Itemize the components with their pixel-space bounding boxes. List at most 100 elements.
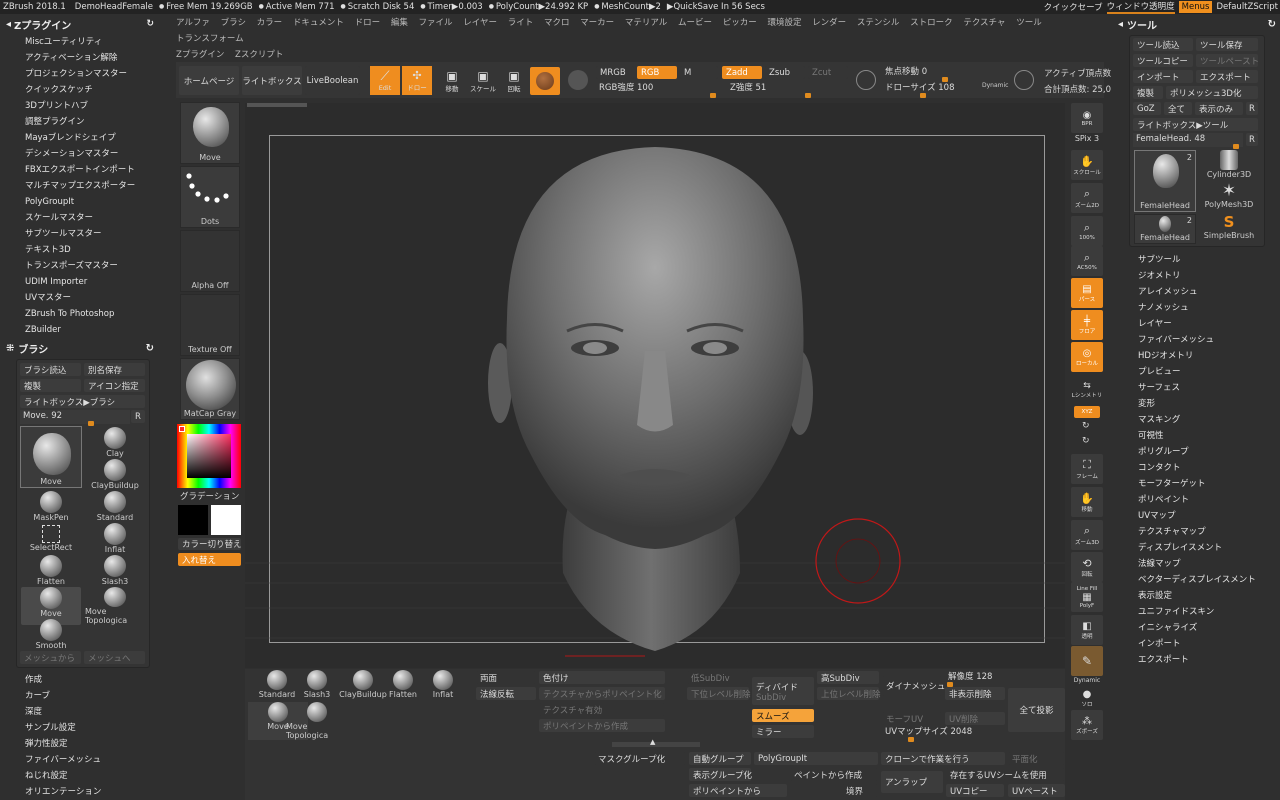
zplugin-item[interactable]: テキスト3D <box>25 242 135 258</box>
texture-to-polypaint-button[interactable]: テクスチャからポリペイント化 <box>539 687 665 700</box>
tool-subpalette-item[interactable]: ジオメトリ <box>1138 268 1256 284</box>
tool-copy-button[interactable]: ツールコピー <box>1133 54 1193 67</box>
rgb-intensity-slider[interactable]: RGB強度 100 <box>596 82 720 98</box>
tool-thumb-femalehead[interactable]: 2 FemaleHead <box>1134 150 1196 212</box>
brush-clone-button[interactable]: 複製 <box>20 379 81 392</box>
brush-subpalette-item[interactable]: ファイバーメッシュ <box>25 752 101 768</box>
zplugin-item[interactable]: UVマスター <box>25 290 135 306</box>
tool-subpalette-item[interactable]: サブツール <box>1138 252 1256 268</box>
delete-hidden-button[interactable]: 非表示削除 <box>945 687 1005 700</box>
polypaint-to-texture-button[interactable]: ポリペイントから作成 <box>539 719 665 732</box>
quicksave-button[interactable]: クイックセーブ <box>1044 1 1103 13</box>
from-polypaint-button[interactable]: ポリペイントから <box>689 784 787 797</box>
slider-handle[interactable] <box>908 737 914 742</box>
color-picker[interactable] <box>177 424 241 488</box>
tool-subpalette-item[interactable]: レイヤー <box>1138 316 1256 332</box>
alpha-thumb[interactable]: Alpha Off <box>180 230 240 292</box>
uv-map-size-slider[interactable]: UVマップサイズ 2048 <box>882 726 1005 742</box>
edit-mode-button[interactable]: ⟋ Edit <box>370 66 400 95</box>
default-zscript-button[interactable]: DefaultZScript <box>1216 2 1278 12</box>
slider-handle[interactable] <box>1233 144 1239 149</box>
zplugin-item[interactable]: PolyGroupIt <box>25 194 135 210</box>
from-mesh-button[interactable]: メッシュから <box>20 651 81 664</box>
tool-subpalette-item[interactable]: マスキング <box>1138 412 1256 428</box>
zplugin-item[interactable]: Mayaブレンドシェイプ <box>25 130 135 146</box>
material-swatch-button[interactable] <box>530 67 560 95</box>
dynamic-toggle[interactable]: Dynamic <box>982 82 1008 89</box>
zplugin-item[interactable]: 調整プラグイン <box>25 114 135 130</box>
polyframe-button[interactable]: Line Fill ▦ PolyF <box>1071 582 1103 612</box>
frame-button[interactable]: ⛶ フレーム <box>1071 454 1103 484</box>
menu-edit[interactable]: 編集 <box>387 15 412 31</box>
tool-export-button[interactable]: エクスポート <box>1196 70 1258 83</box>
delete-higher-button[interactable]: 上位レベル削除 <box>817 687 881 700</box>
rotate-view-button[interactable]: ⟲ 回転 <box>1071 552 1103 582</box>
auto-group-button[interactable]: 自動グループ <box>689 752 751 765</box>
tool-subpalette-item[interactable]: インポート <box>1138 636 1256 652</box>
smooth-toggle[interactable]: スムーズ <box>752 709 814 722</box>
brush-subpalette-item[interactable]: 作成 <box>25 672 101 688</box>
brush-size-slider[interactable]: Move. 92 <box>20 410 130 426</box>
menu-draw[interactable]: ドロー <box>351 15 385 31</box>
pin-icon[interactable]: ↻ <box>146 343 154 354</box>
zplugin-item[interactable]: トランスポーズマスター <box>25 258 135 274</box>
menu-stroke[interactable]: ストローク <box>906 15 957 31</box>
slider-handle[interactable] <box>88 421 94 426</box>
goz-visible-button[interactable]: 表示のみ <box>1195 102 1243 115</box>
zplugin-item[interactable]: FBXエクスポートインポート <box>25 162 135 178</box>
dynamesh-button[interactable]: ダイナメッシュ <box>882 676 945 696</box>
menu-stencil[interactable]: ステンシル <box>853 15 904 31</box>
resolution-slider[interactable]: 解像度 128 <box>945 671 1065 687</box>
menus-toggle[interactable]: Menus <box>1178 1 1213 13</box>
brush-icon-button[interactable]: アイコン指定 <box>84 379 145 392</box>
bpr-render-button[interactable]: ◉ BPR <box>1071 103 1103 133</box>
double-sided-button[interactable]: 両面 <box>476 671 536 684</box>
tool-subpalette-item[interactable]: 表示設定 <box>1138 588 1256 604</box>
menu-file[interactable]: ファイル <box>415 15 457 31</box>
local-button[interactable]: ◎ ローカル <box>1071 342 1103 372</box>
zplugin-item[interactable]: 3Dプリントハブ <box>25 98 135 114</box>
mask-group-button[interactable]: マスクグループ化 <box>594 752 686 765</box>
perspective-button[interactable]: ▤ パース <box>1071 278 1103 308</box>
tool-subpalette-item[interactable]: ベクターディスプレイスメント <box>1138 572 1256 588</box>
flip-normals-button[interactable]: 法線反転 <box>476 687 536 700</box>
flatten-uv-button[interactable]: 平面化 <box>1008 752 1065 765</box>
slider-handle[interactable] <box>710 93 716 98</box>
tool-clone-button[interactable]: 複製 <box>1133 86 1163 99</box>
tool-subpalette-item[interactable]: ディスプレイスメント <box>1138 540 1256 556</box>
zcut-button[interactable]: Zcut <box>808 66 848 79</box>
brush-subpalette-item[interactable]: オリエンテーション <box>25 784 101 800</box>
tool-subpalette-item[interactable]: テクスチャマップ <box>1138 524 1256 540</box>
rgb-button[interactable]: RGB <box>637 66 677 79</box>
homepage-button[interactable]: ホームページ <box>179 66 239 95</box>
menu-render[interactable]: レンダー <box>808 15 850 31</box>
menu-material[interactable]: マテリアル <box>621 15 671 31</box>
tool-subpalette-item[interactable]: UVマップ <box>1138 508 1256 524</box>
tool-import-button[interactable]: インポート <box>1133 70 1193 83</box>
use-existing-seams-button[interactable]: 存在するUVシームを使用 <box>946 768 1065 781</box>
tool-palette-header[interactable]: ◂ ツール ↻ <box>1118 16 1278 32</box>
z-intensity-slider[interactable]: Z強度 51 <box>727 82 847 98</box>
tool-subpalette-item[interactable]: ファイバーメッシュ <box>1138 332 1256 348</box>
texture-thumb[interactable]: Texture Off <box>180 294 240 356</box>
tool-subpalette-item[interactable]: 変形 <box>1138 396 1256 412</box>
morph-uv-button[interactable]: モーフUV <box>882 712 942 725</box>
brush-move-topologica[interactable]: Move Topologica <box>85 587 145 625</box>
mrgb-button[interactable]: MRGB <box>596 66 634 79</box>
to-mesh-button[interactable]: メッシュへ <box>84 651 145 664</box>
brush-subpalette-item[interactable]: カーブ <box>25 688 101 704</box>
lightbox-brush-button[interactable]: ライトボックス▶ブラシ <box>20 395 145 408</box>
menu-color[interactable]: カラー <box>253 15 287 31</box>
switch-color-button[interactable]: カラー切り替え <box>178 538 242 550</box>
make-polymesh3d-button[interactable]: ポリメッシュ3D化 <box>1166 86 1258 99</box>
from-paint-button[interactable]: ペイントから作成 <box>790 768 878 781</box>
work-on-clone-button[interactable]: クローンで作業を行う <box>881 752 1005 765</box>
brush-subpalette-item[interactable]: 弾力性設定 <box>25 736 101 752</box>
floor-button[interactable]: ╪ フロア <box>1071 310 1103 340</box>
goz-reset-button[interactable]: R <box>1246 102 1258 115</box>
zplugin-item[interactable]: デシメーションマスター <box>25 146 135 162</box>
menu-movie[interactable]: ムービー <box>674 15 716 31</box>
scale-mode-button[interactable]: ▣ スケール <box>466 66 500 96</box>
menu-zplugin[interactable]: Zプラグイン <box>172 47 228 63</box>
uv-copy-button[interactable]: UVコピー <box>946 784 1004 797</box>
